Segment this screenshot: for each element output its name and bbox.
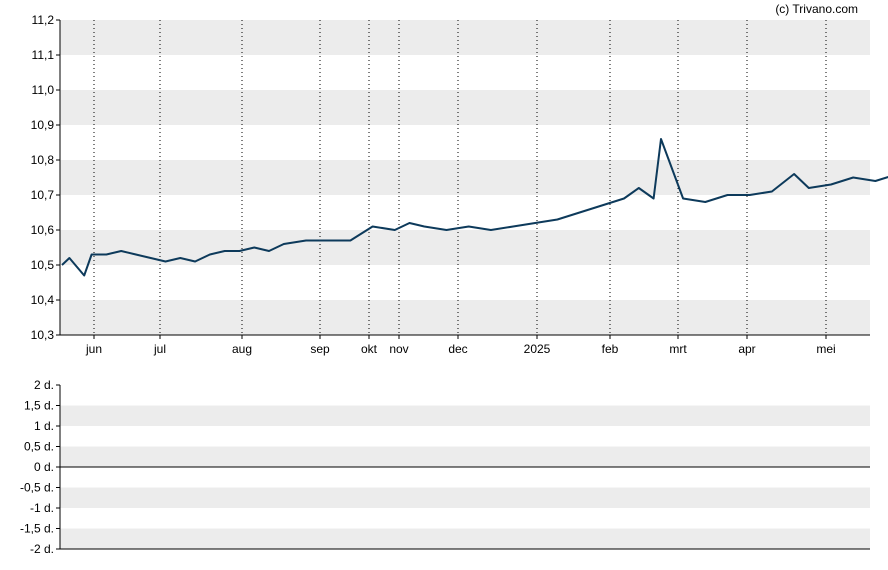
sub-y-tick-label: 1 d. (34, 419, 54, 433)
chart-root: (c) Trivano.com jun jul aug sep okt nov dec 202… (0, 0, 888, 565)
x-tick-label: dec (448, 342, 467, 356)
y-tick-label: 11,0 (32, 83, 55, 97)
y-tick-label: 10,4 (31, 293, 55, 307)
sub-grid-band (60, 446, 870, 467)
x-tick-label: nov (389, 342, 408, 356)
x-tick-label: mrt (669, 342, 687, 356)
grid-band (60, 160, 870, 195)
sub-y-tick-label: -0,5 d. (20, 481, 54, 495)
credit-text: (c) Trivano.com (775, 2, 858, 16)
grid-band (60, 230, 870, 265)
sub-y-tick-label: 0,5 d. (24, 440, 54, 454)
sub-grid-band (60, 487, 870, 508)
x-tick-label: sep (310, 342, 330, 356)
sub-y-tick-label: 1,5 d. (24, 399, 54, 413)
y-tick-label: 10,3 (31, 328, 55, 342)
y-tick-label: 10,6 (31, 223, 55, 237)
x-tick-label: aug (232, 342, 252, 356)
sub-y-tick-label: 0 d. (34, 460, 54, 474)
x-tick-label: feb (602, 342, 619, 356)
sub-grid-band (60, 405, 870, 426)
sub-y-tick-label: -1,5 d. (20, 522, 54, 536)
y-tick-label: 10,5 (31, 258, 55, 272)
x-tick-label: jul (153, 342, 166, 356)
sub-grid-band (60, 528, 870, 549)
chart-svg: (c) Trivano.com jun jul aug sep okt nov dec 202… (20, 2, 888, 556)
grid-band (60, 300, 870, 335)
sub-y-tick-label: -2 d. (30, 542, 54, 556)
y-tick-label: 11,1 (32, 48, 55, 62)
x-tick-label: jun (85, 342, 102, 356)
y-tick-label: 10,9 (31, 118, 55, 132)
y-tick-label: 10,8 (31, 153, 55, 167)
sub-y-tick-label: 2 d. (34, 378, 54, 392)
main-price-chart: jun jul aug sep okt nov dec 2025 feb mrt apr mei 10,… (31, 13, 888, 356)
x-tick-label: okt (361, 342, 378, 356)
grid-band (60, 20, 870, 55)
x-tick-label: mei (816, 342, 835, 356)
dividend-sub-chart: 2 d. 1,5 d. 1 d. 0,5 d. 0 d. -0,5 d. -1 d. -1,5… (20, 378, 870, 556)
x-tick-label: apr (738, 342, 755, 356)
y-tick-label: 10,7 (31, 188, 55, 202)
x-tick-label: 2025 (524, 342, 551, 356)
grid-band (60, 90, 870, 125)
y-tick-label: 11,2 (32, 13, 55, 27)
sub-y-tick-label: -1 d. (30, 501, 54, 515)
